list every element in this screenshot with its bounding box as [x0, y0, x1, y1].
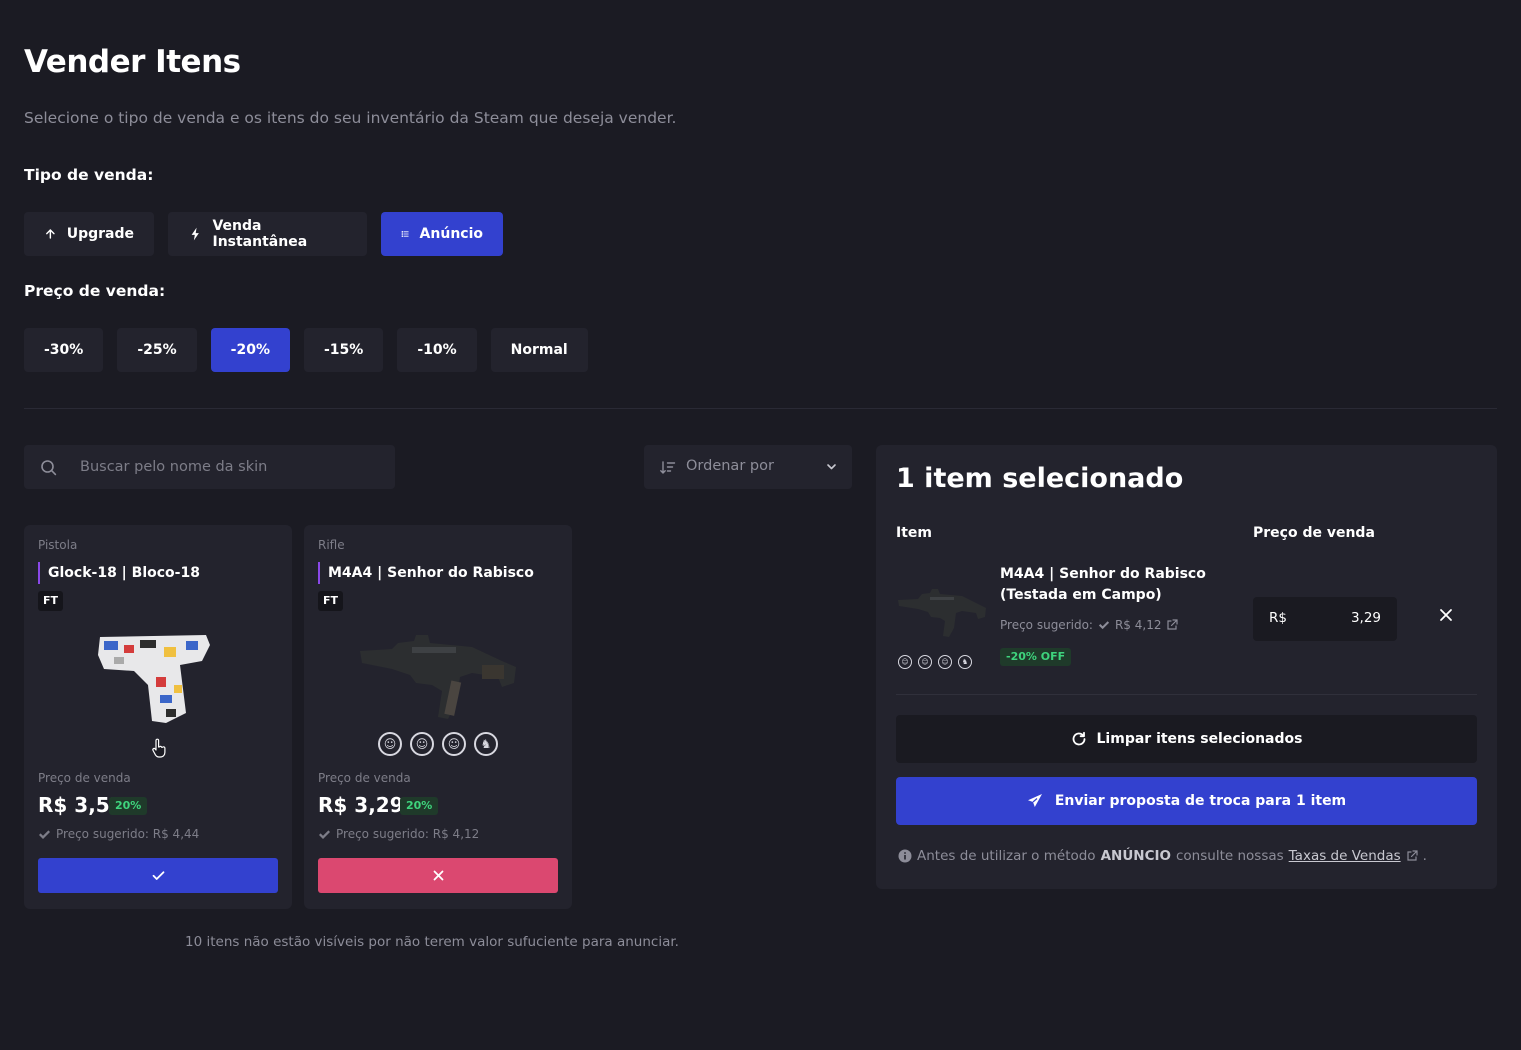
send-trade-offer-label: Enviar proposta de troca para 1 item — [1054, 793, 1347, 809]
paper-plane-icon — [1027, 794, 1042, 807]
note-middle: consulte nossas — [1176, 848, 1284, 864]
selected-item-stickers: ☺ ☺ ☺ ♞ — [898, 655, 972, 669]
selected-item-suggested: Preço sugerido: R$ 4,12 — [1000, 618, 1179, 632]
external-link-icon[interactable] — [1406, 850, 1418, 862]
chevron-down-icon — [827, 464, 836, 470]
price-label: Preço de venda — [318, 771, 411, 785]
sale-type-upgrade-button[interactable]: Upgrade — [24, 212, 154, 256]
item-category: Rifle — [318, 538, 345, 552]
sale-type-label: Tipo de venda: — [24, 166, 154, 184]
sale-type-listing-label: Anúncio — [419, 226, 483, 242]
currency-label: R$ — [1269, 610, 1287, 626]
selected-item-name: M4A4 | Senhor do Rabisco (Testada em Cam… — [1000, 566, 1206, 603]
sticker-icon: ☺ — [442, 732, 466, 756]
glock-image — [98, 635, 210, 723]
sale-price-input[interactable]: R$ 3,29 — [1253, 597, 1397, 641]
search-box — [24, 445, 395, 489]
sale-price-options: -30% -25% -20% -15% -10% Normal — [24, 328, 588, 372]
price-value[interactable]: 3,29 — [1351, 610, 1381, 626]
send-trade-offer-button[interactable]: Enviar proposta de troca para 1 item — [896, 777, 1477, 825]
suggested-value: R$ 4,12 — [1114, 618, 1162, 632]
clear-selection-label: Limpar itens selecionados — [1096, 731, 1303, 747]
close-icon — [433, 870, 443, 881]
column-price-header: Preço de venda — [1253, 525, 1375, 541]
suggested-price: Preço sugerido: R$ 4,44 — [38, 827, 199, 841]
selected-item-thumbnail — [898, 589, 986, 637]
wear-badge: FT — [318, 591, 344, 611]
refresh-icon — [1072, 731, 1085, 746]
panel-title: 1 item selecionado — [896, 463, 1184, 494]
checkmark-icon — [39, 829, 50, 839]
sticker-icon: ☺ — [378, 732, 402, 756]
price-option-minus-30[interactable]: -30% — [24, 328, 104, 372]
remove-item-icon[interactable] — [1439, 608, 1453, 622]
page-title: Vender Itens — [24, 44, 241, 80]
sale-type-options: Upgrade Venda Instantânea Anúncio — [24, 212, 503, 256]
section-divider — [24, 408, 1497, 409]
price-label: Preço de venda — [38, 771, 131, 785]
sale-type-instant-label: Venda Instantânea — [212, 218, 308, 250]
sale-type-listing-button[interactable]: Anúncio — [381, 212, 503, 256]
item-category: Pistola — [38, 538, 78, 552]
sticker-icon: ☺ — [410, 732, 434, 756]
note-suffix: . — [1422, 848, 1427, 864]
discount-badge: 20% — [400, 797, 439, 815]
clear-selection-button[interactable]: Limpar itens selecionados — [896, 715, 1477, 763]
sticker-icon: ☺ — [938, 655, 952, 669]
sticker-icon: ☺ — [898, 655, 912, 669]
select-item-button[interactable] — [38, 858, 278, 893]
item-card-glock[interactable]: Pistola Glock-18 | Bloco-18 FT Preço de … — [24, 525, 292, 909]
sort-label: Ordenar por — [686, 458, 774, 474]
suggested-label: Preço sugerido: — [1000, 618, 1093, 632]
discount-badge: 20% — [109, 797, 148, 815]
note-method: ANÚNCIO — [1100, 848, 1171, 864]
checkmark-icon — [319, 829, 330, 839]
sale-type-instant-button[interactable]: Venda Instantânea — [168, 212, 367, 256]
suggested-price-text: Preço sugerido: R$ 4,44 — [56, 827, 200, 841]
item-name: M4A4 | Senhor do Rabisco — [318, 562, 534, 584]
sticker-row: ☺ ☺ ☺ ♞ — [378, 732, 498, 756]
list-icon — [401, 231, 409, 237]
sales-fees-link[interactable]: Taxas de Vendas — [1289, 848, 1401, 864]
price-option-minus-20[interactable]: -20% — [210, 328, 290, 372]
column-item-header: Item — [896, 525, 932, 541]
price-option-normal[interactable]: Normal — [490, 328, 588, 372]
sale-price-label: Preço de venda: — [24, 282, 166, 300]
sale-type-upgrade-label: Upgrade — [66, 226, 134, 242]
panel-divider — [896, 694, 1477, 695]
sticker-icon: ♞ — [958, 655, 972, 669]
discount-off-badge: -20% OFF — [1000, 648, 1072, 666]
note-prefix: Antes de utilizar o método — [917, 848, 1096, 864]
price-option-minus-10[interactable]: -10% — [397, 328, 477, 372]
price-option-minus-15[interactable]: -15% — [303, 328, 384, 372]
lightning-icon — [191, 227, 199, 241]
suggested-price: Preço sugerido: R$ 4,12 — [318, 827, 479, 841]
fees-note: Antes de utilizar o método ANÚNCIO consu… — [898, 848, 1427, 864]
item-price: R$ 3,29 — [318, 793, 404, 817]
search-input[interactable] — [80, 445, 380, 489]
sort-icon — [660, 461, 676, 474]
check-icon — [152, 871, 164, 880]
search-icon — [41, 460, 57, 476]
price-option-minus-25[interactable]: -25% — [117, 328, 197, 372]
info-icon — [898, 849, 912, 863]
external-link-icon[interactable] — [1166, 619, 1179, 631]
m4a4-image — [360, 635, 516, 719]
page-subtitle: Selecione o tipo de venda e os itens do … — [24, 109, 677, 127]
item-card-m4a4[interactable]: Rifle M4A4 | Senhor do Rabisco FT ☺ ☺ ☺ … — [304, 525, 572, 909]
suggested-price-text: Preço sugerido: R$ 4,12 — [336, 827, 480, 841]
hidden-items-note: 10 itens não estão visíveis por não tere… — [185, 934, 679, 950]
sort-dropdown[interactable]: Ordenar por — [644, 445, 852, 489]
checkmark-icon — [1098, 621, 1110, 630]
wear-badge: FT — [38, 591, 64, 611]
sticker-icon: ☺ — [918, 655, 932, 669]
sticker-icon: ♞ — [474, 732, 498, 756]
selection-panel: 1 item selecionado Item Preço de venda ☺… — [876, 445, 1497, 889]
arrow-up-icon — [46, 229, 55, 239]
item-name: Glock-18 | Bloco-18 — [38, 562, 200, 584]
deselect-item-button[interactable] — [318, 858, 558, 893]
hand-cursor-icon — [152, 738, 166, 758]
